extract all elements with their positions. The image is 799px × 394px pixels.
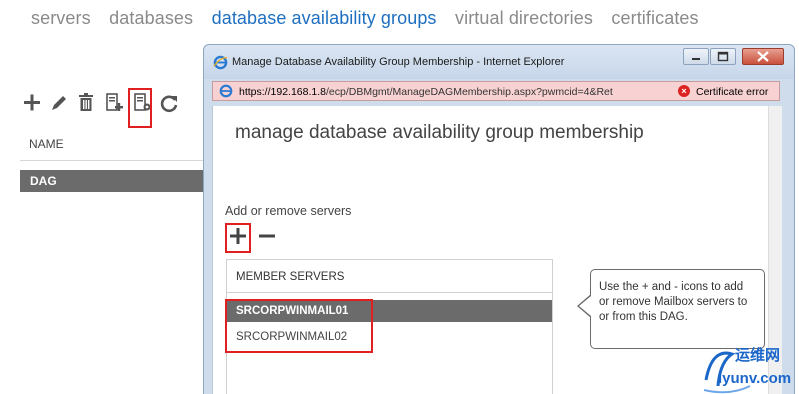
- page-title: manage database availability group membe…: [235, 122, 644, 143]
- nav-databases[interactable]: databases: [109, 8, 193, 28]
- top-navigation: servers databases database availability …: [31, 8, 713, 34]
- page-icon: [219, 84, 233, 98]
- dialog-content: manage database availability group membe…: [212, 106, 782, 394]
- close-button[interactable]: [742, 48, 784, 65]
- section-label: Add or remove servers: [225, 204, 352, 218]
- watermark-text-cn: 运维网: [735, 347, 781, 364]
- divider: [20, 160, 205, 161]
- nav-servers[interactable]: servers: [31, 8, 91, 28]
- column-header-name: NAME: [29, 137, 64, 151]
- internet-explorer-icon: [213, 55, 228, 70]
- highlight-manage-membership: [128, 88, 152, 128]
- highlight-add-button: [225, 223, 251, 253]
- nav-database-availability-groups[interactable]: database availability groups: [212, 8, 437, 28]
- table-row[interactable]: DAG: [20, 170, 205, 192]
- window-controls: [683, 48, 788, 66]
- member-servers-header: MEMBER SERVERS: [227, 260, 552, 293]
- new-database-icon[interactable]: [104, 92, 124, 114]
- minus-icon: [259, 234, 275, 238]
- maximize-icon: [717, 51, 729, 62]
- window-title: Manage Database Availability Group Membe…: [232, 56, 565, 68]
- tooltip-arrow-inner: [579, 296, 591, 316]
- highlight-member-servers: [225, 299, 373, 353]
- nav-virtual-directories[interactable]: virtual directories: [455, 8, 593, 28]
- maximize-button[interactable]: [710, 48, 736, 65]
- toolbar: [22, 92, 192, 116]
- minimize-button[interactable]: [683, 48, 709, 65]
- certificate-error-link[interactable]: Certificate error: [696, 86, 768, 98]
- edit-icon[interactable]: [49, 92, 69, 114]
- refresh-icon[interactable]: [159, 92, 179, 114]
- address-path: /ecp/DBMgmt/ManageDAGMembership.aspx?pwm…: [325, 86, 613, 98]
- help-tooltip: Use the + and - icons to add or remove M…: [590, 269, 765, 349]
- delete-icon[interactable]: [76, 92, 96, 114]
- address-host: https://192.168.1.8: [239, 86, 326, 98]
- address-url: https://192.168.1.8/ecp/DBMgmt/ManageDAG…: [239, 86, 659, 98]
- minimize-icon: [692, 58, 700, 60]
- nav-certificates[interactable]: certificates: [611, 8, 698, 28]
- watermark-text-url: iyunv.com: [718, 370, 792, 387]
- address-bar[interactable]: https://192.168.1.8/ecp/DBMgmt/ManageDAG…: [212, 81, 780, 101]
- close-icon: [757, 51, 769, 62]
- remove-server-button[interactable]: [257, 226, 277, 246]
- window-titlebar[interactable]: Manage Database Availability Group Membe…: [204, 45, 794, 79]
- add-icon[interactable]: [22, 92, 42, 114]
- certificate-error-icon[interactable]: ×: [678, 85, 690, 97]
